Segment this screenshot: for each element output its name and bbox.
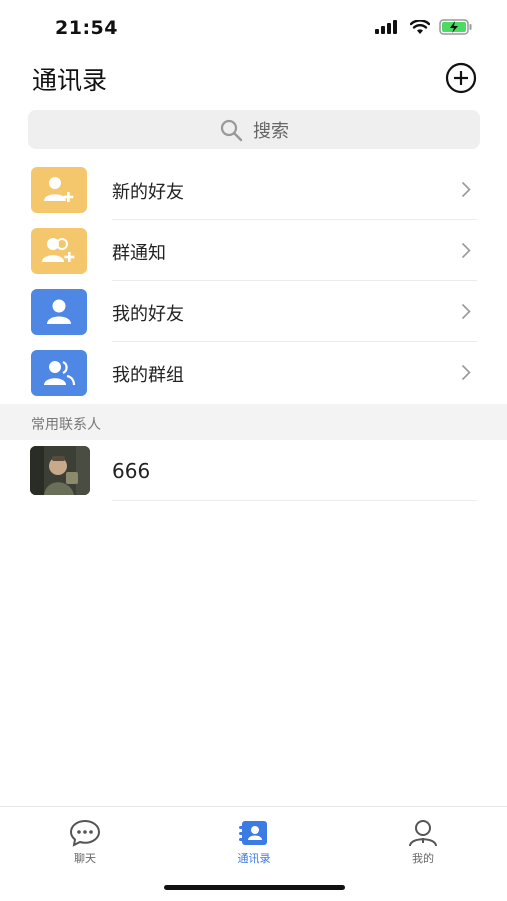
contact-name: 666 bbox=[112, 459, 151, 483]
contacts-menu: 新的好友 群通知 我的好友 我的群组 bbox=[0, 159, 507, 403]
add-button[interactable] bbox=[445, 62, 477, 94]
tab-label: 聊天 bbox=[74, 852, 96, 865]
search-placeholder: 搜索 bbox=[253, 120, 289, 142]
user-icon bbox=[31, 289, 87, 335]
contact-item[interactable]: 666 bbox=[0, 440, 507, 501]
wifi-icon bbox=[410, 19, 430, 34]
search-bar[interactable]: 搜索 bbox=[28, 110, 480, 149]
home-indicator bbox=[164, 885, 345, 890]
menu-item-label: 新的好友 bbox=[112, 182, 184, 203]
menu-item-my-groups[interactable]: 我的群组 bbox=[0, 342, 507, 403]
chevron-right-icon bbox=[461, 242, 471, 259]
status-icons bbox=[375, 19, 473, 35]
chevron-right-icon bbox=[461, 364, 471, 381]
contacts-book-icon bbox=[239, 821, 267, 845]
signal-icon bbox=[375, 20, 397, 34]
section-header: 常用联系人 bbox=[0, 404, 507, 440]
group-icon bbox=[31, 350, 87, 396]
battery-charging-icon bbox=[439, 19, 472, 35]
tab-contacts[interactable]: 通讯录 bbox=[194, 819, 314, 866]
page-title: 通讯录 bbox=[32, 66, 108, 95]
user-add-icon bbox=[31, 167, 87, 213]
group-add-icon bbox=[31, 228, 87, 274]
chevron-right-icon bbox=[461, 303, 471, 320]
menu-item-group-notices[interactable]: 群通知 bbox=[0, 220, 507, 281]
avatar bbox=[30, 446, 90, 495]
menu-item-label: 群通知 bbox=[112, 243, 166, 264]
chevron-right-icon bbox=[461, 181, 471, 198]
menu-item-label: 我的好友 bbox=[112, 304, 184, 325]
header: 通讯录 bbox=[0, 52, 507, 102]
add-circle-icon bbox=[445, 62, 477, 94]
tab-label: 通讯录 bbox=[237, 852, 271, 865]
chat-bubble-icon bbox=[69, 819, 101, 847]
divider bbox=[112, 500, 477, 501]
tab-profile[interactable]: 我的 bbox=[363, 819, 483, 866]
tab-label: 我的 bbox=[412, 852, 434, 865]
profile-icon bbox=[409, 820, 437, 847]
status-time: 21:54 bbox=[55, 17, 118, 39]
menu-item-my-friends[interactable]: 我的好友 bbox=[0, 281, 507, 342]
menu-item-new-friends[interactable]: 新的好友 bbox=[0, 159, 507, 220]
section-title: 常用联系人 bbox=[31, 417, 101, 433]
menu-item-label: 我的群组 bbox=[112, 365, 184, 386]
tab-chat[interactable]: 聊天 bbox=[25, 819, 145, 866]
status-bar: 21:54 bbox=[0, 0, 507, 52]
search-icon bbox=[220, 119, 243, 141]
